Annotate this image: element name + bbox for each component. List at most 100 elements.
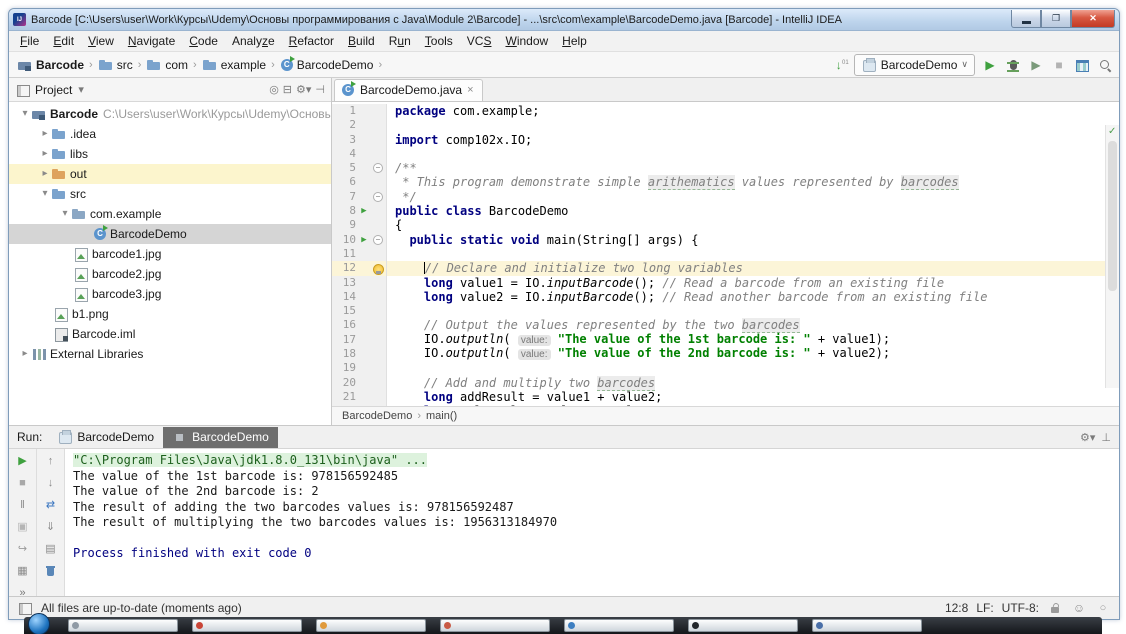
line-number[interactable]: 14 bbox=[332, 290, 358, 304]
inspection-ok-icon[interactable]: ✓ bbox=[1108, 126, 1116, 137]
chevron-right-icon[interactable]: ▸ bbox=[39, 146, 51, 162]
taskbar-app-button[interactable] bbox=[812, 619, 922, 632]
line-number[interactable]: 2 bbox=[332, 118, 358, 132]
code-line-7[interactable]: 7− */ bbox=[332, 190, 1119, 204]
line-number[interactable]: 6 bbox=[332, 175, 358, 189]
code-line-18[interactable]: 18 IO.outputln( value: "The value of the… bbox=[332, 347, 1119, 361]
taskbar-app-button[interactable] bbox=[316, 619, 426, 632]
editor-breadcrumb-item[interactable]: BarcodeDemo bbox=[342, 410, 412, 422]
gear-icon[interactable]: ⚙▾ bbox=[1080, 431, 1095, 444]
project-panel-title[interactable]: Project bbox=[35, 83, 72, 97]
tree-item-barcode-iml[interactable]: Barcode.iml bbox=[9, 324, 331, 344]
taskbar-app-button[interactable] bbox=[688, 619, 798, 632]
gear-icon[interactable]: ⚙▾ bbox=[296, 83, 311, 96]
code-line-2[interactable]: 2 bbox=[332, 118, 1119, 132]
start-button[interactable] bbox=[28, 613, 50, 634]
editor-breadcrumb-item[interactable]: main() bbox=[426, 410, 457, 422]
tree-item-libs[interactable]: ▸libs bbox=[9, 144, 331, 164]
code-line-20[interactable]: 20 // Add and multiply two barcodes bbox=[332, 376, 1119, 390]
caret-position-widget[interactable]: 12:8 bbox=[945, 601, 968, 615]
code-line-8[interactable]: 8▶public class BarcodeDemo bbox=[332, 204, 1119, 218]
dock-icon[interactable]: ⊥ bbox=[1101, 431, 1111, 444]
tree-item-src[interactable]: ▾src bbox=[9, 184, 331, 204]
menu-navigate[interactable]: Navigate bbox=[121, 32, 182, 50]
exit-icon[interactable]: ↪ bbox=[15, 541, 31, 557]
breadcrumb-item-example[interactable]: example bbox=[200, 56, 268, 74]
print-icon[interactable]: ▤ bbox=[43, 541, 59, 557]
code-line-13[interactable]: 13 long value1 = IO.inputBarcode(); // R… bbox=[332, 276, 1119, 290]
code-line-17[interactable]: 17 IO.outputln( value: "The value of the… bbox=[332, 333, 1119, 347]
line-number[interactable]: 9 bbox=[332, 218, 358, 232]
locate-target-icon[interactable]: ◎ bbox=[269, 83, 279, 96]
code-editor[interactable]: 1package com.example;23import comp102x.I… bbox=[332, 102, 1119, 406]
line-number[interactable]: 10 bbox=[332, 233, 358, 247]
code-line-14[interactable]: 14 long value2 = IO.inputBarcode(); // R… bbox=[332, 290, 1119, 304]
editor-scrollbar[interactable]: ✓ bbox=[1105, 125, 1119, 388]
line-number[interactable]: 8 bbox=[332, 204, 358, 218]
rerun-icon[interactable]: ▶ bbox=[15, 453, 31, 469]
code-line-12[interactable]: 12 // Declare and initialize two long va… bbox=[332, 261, 1119, 275]
menu-edit[interactable]: Edit bbox=[46, 32, 81, 50]
inspections-profile-icon[interactable]: ☺ bbox=[1071, 600, 1087, 616]
run-tab-barcodedemo[interactable]: BarcodeDemo bbox=[48, 427, 163, 448]
intention-bulb-icon[interactable] bbox=[370, 262, 384, 275]
line-number[interactable]: 1 bbox=[332, 104, 358, 118]
chevron-right-icon[interactable]: ▸ bbox=[39, 126, 51, 142]
run-line-icon[interactable]: ▶ bbox=[358, 233, 370, 247]
menu-analyze[interactable]: Analyze bbox=[225, 32, 282, 50]
taskbar-app-button[interactable] bbox=[68, 619, 178, 632]
menu-view[interactable]: View bbox=[81, 32, 121, 50]
windows-taskbar[interactable] bbox=[24, 617, 1102, 634]
code-line-4[interactable]: 4 bbox=[332, 147, 1119, 161]
update-binary-icon[interactable]: ↓ bbox=[831, 57, 847, 73]
line-number[interactable]: 16 bbox=[332, 318, 358, 332]
scrollbar-thumb[interactable] bbox=[1108, 141, 1117, 291]
line-number[interactable]: 15 bbox=[332, 304, 358, 318]
run-tab-barcodedemo[interactable]: BarcodeDemo bbox=[163, 427, 278, 448]
menu-build[interactable]: Build bbox=[341, 32, 382, 50]
debug-button[interactable] bbox=[1005, 57, 1021, 73]
menu-help[interactable]: Help bbox=[555, 32, 594, 50]
fold-icon[interactable]: − bbox=[373, 235, 383, 245]
code-line-19[interactable]: 19 bbox=[332, 361, 1119, 375]
menu-window[interactable]: Window bbox=[498, 32, 555, 50]
tree-item-barcode3-jpg[interactable]: barcode3.jpg bbox=[9, 284, 331, 304]
code-line-15[interactable]: 15 bbox=[332, 304, 1119, 318]
tree-item-external-libraries[interactable]: ▸External Libraries bbox=[9, 344, 331, 364]
maximize-button[interactable]: ❐ bbox=[1041, 10, 1071, 28]
tree-item-barcodedemo[interactable]: BarcodeDemo bbox=[9, 224, 331, 244]
taskbar-app-button[interactable] bbox=[192, 619, 302, 632]
encoding-widget[interactable]: UTF-8: bbox=[1002, 601, 1039, 615]
clear-icon[interactable] bbox=[43, 563, 59, 579]
pause-icon[interactable]: ‖ bbox=[15, 497, 31, 513]
run-configuration-select[interactable]: BarcodeDemo ∨ bbox=[854, 54, 975, 76]
line-number[interactable]: 20 bbox=[332, 376, 358, 390]
softwrap-icon[interactable]: ⇄ bbox=[43, 497, 59, 513]
toolwindow-toggle-icon[interactable] bbox=[17, 600, 33, 616]
chevron-down-icon[interactable]: ▾ bbox=[19, 106, 31, 122]
lock-icon[interactable] bbox=[1047, 600, 1063, 616]
more-icon[interactable]: » bbox=[15, 585, 31, 601]
restore-layout-icon[interactable]: ▦ bbox=[15, 563, 31, 579]
line-separator-widget[interactable]: LF: bbox=[976, 601, 993, 615]
line-number[interactable]: 7 bbox=[332, 190, 358, 204]
code-line-3[interactable]: 3import comp102x.IO; bbox=[332, 133, 1119, 147]
tree-item-barcode[interactable]: ▾BarcodeC:\Users\user\Work\Курсы\Udemy\О… bbox=[9, 104, 331, 124]
tree-item-b1-png[interactable]: b1.png bbox=[9, 304, 331, 324]
chevron-down-icon[interactable]: ▾ bbox=[59, 206, 71, 222]
menu-run[interactable]: Run bbox=[382, 32, 418, 50]
chevron-right-icon[interactable]: ▸ bbox=[39, 166, 51, 182]
code-line-16[interactable]: 16 // Output the values represented by t… bbox=[332, 318, 1119, 332]
code-line-6[interactable]: 6 * This program demonstrate simple arit… bbox=[332, 175, 1119, 189]
chevron-right-icon[interactable]: ▸ bbox=[19, 346, 31, 362]
screenshot-icon[interactable]: ▣ bbox=[15, 519, 31, 535]
hide-panel-icon[interactable]: ⊣ bbox=[315, 83, 325, 96]
close-tab-icon[interactable]: × bbox=[467, 84, 473, 96]
taskbar-app-button[interactable] bbox=[564, 619, 674, 632]
title-bar[interactable]: IJ Barcode [C:\Users\user\Work\Курсы\Ude… bbox=[9, 9, 1119, 31]
line-number[interactable]: 21 bbox=[332, 390, 358, 404]
fold-icon[interactable]: − bbox=[373, 192, 383, 202]
console-output[interactable]: "C:\Program Files\Java\jdk1.8.0_131\bin\… bbox=[65, 449, 1119, 596]
menu-code[interactable]: Code bbox=[182, 32, 225, 50]
line-number[interactable]: 5 bbox=[332, 161, 358, 175]
